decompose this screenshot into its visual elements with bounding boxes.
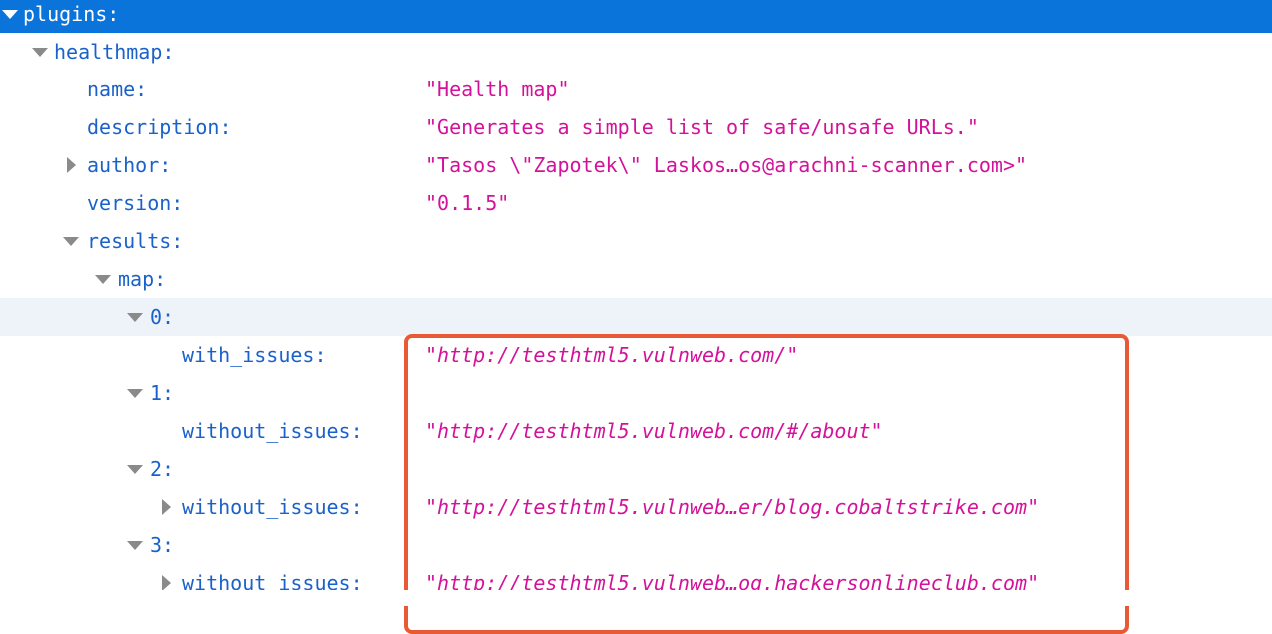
- key-label: 2:: [150, 457, 175, 481]
- key-label: version:: [87, 191, 184, 215]
- expand-arrow-icon[interactable]: [127, 389, 143, 398]
- key-label: with_issues:: [182, 343, 327, 367]
- key-label: without_issues:: [182, 419, 363, 443]
- tree-row-description[interactable]: description: "Generates a simple list of…: [0, 108, 1272, 146]
- tree-row-map[interactable]: map:: [0, 260, 1272, 298]
- expand-arrow-icon[interactable]: [63, 237, 79, 246]
- tree-row-author[interactable]: author: "Tasos \"Zapotek\" Laskos…os@ara…: [0, 146, 1272, 184]
- tree-row-version[interactable]: version: "0.1.5": [0, 184, 1272, 222]
- expand-arrow-icon[interactable]: [32, 48, 48, 57]
- key-label: map:: [118, 267, 167, 291]
- key-label: author:: [87, 153, 172, 177]
- string-value: "Generates a simple list of safe/unsafe …: [425, 115, 979, 139]
- key-label: healthmap:: [54, 40, 175, 64]
- expand-arrow-icon[interactable]: [2, 10, 18, 19]
- string-value: "Health map": [425, 77, 570, 101]
- key-label: name:: [87, 77, 148, 101]
- key-label: 1:: [150, 381, 175, 405]
- tree-row-healthmap[interactable]: healthmap:: [0, 33, 1272, 71]
- expand-arrow-icon[interactable]: [127, 541, 143, 550]
- string-value: "Tasos \"Zapotek\" Laskos…os@arachni-sca…: [425, 153, 1028, 177]
- expand-arrow-icon[interactable]: [95, 275, 111, 284]
- key-label: plugins:: [23, 2, 120, 26]
- collapse-arrow-icon[interactable]: [67, 157, 76, 173]
- key-label: results:: [87, 229, 184, 253]
- tree-row-plugins[interactable]: plugins:: [0, 0, 1272, 33]
- key-label: without_issues:: [182, 495, 363, 519]
- collapse-arrow-icon[interactable]: [162, 499, 171, 515]
- key-label: description:: [87, 115, 232, 139]
- crop-edge: [0, 590, 1272, 606]
- expand-arrow-icon[interactable]: [127, 313, 143, 322]
- expand-arrow-icon[interactable]: [127, 465, 143, 474]
- tree-row-name[interactable]: name: "Health map": [0, 70, 1272, 108]
- tree-row-results[interactable]: results:: [0, 222, 1272, 260]
- key-label: 3:: [150, 533, 175, 557]
- key-label: 0:: [150, 305, 175, 329]
- collapse-arrow-icon[interactable]: [162, 575, 171, 591]
- highlight-box: [404, 334, 1129, 634]
- tree-row-map-0[interactable]: 0:: [0, 298, 1272, 336]
- string-value: "0.1.5": [425, 191, 510, 215]
